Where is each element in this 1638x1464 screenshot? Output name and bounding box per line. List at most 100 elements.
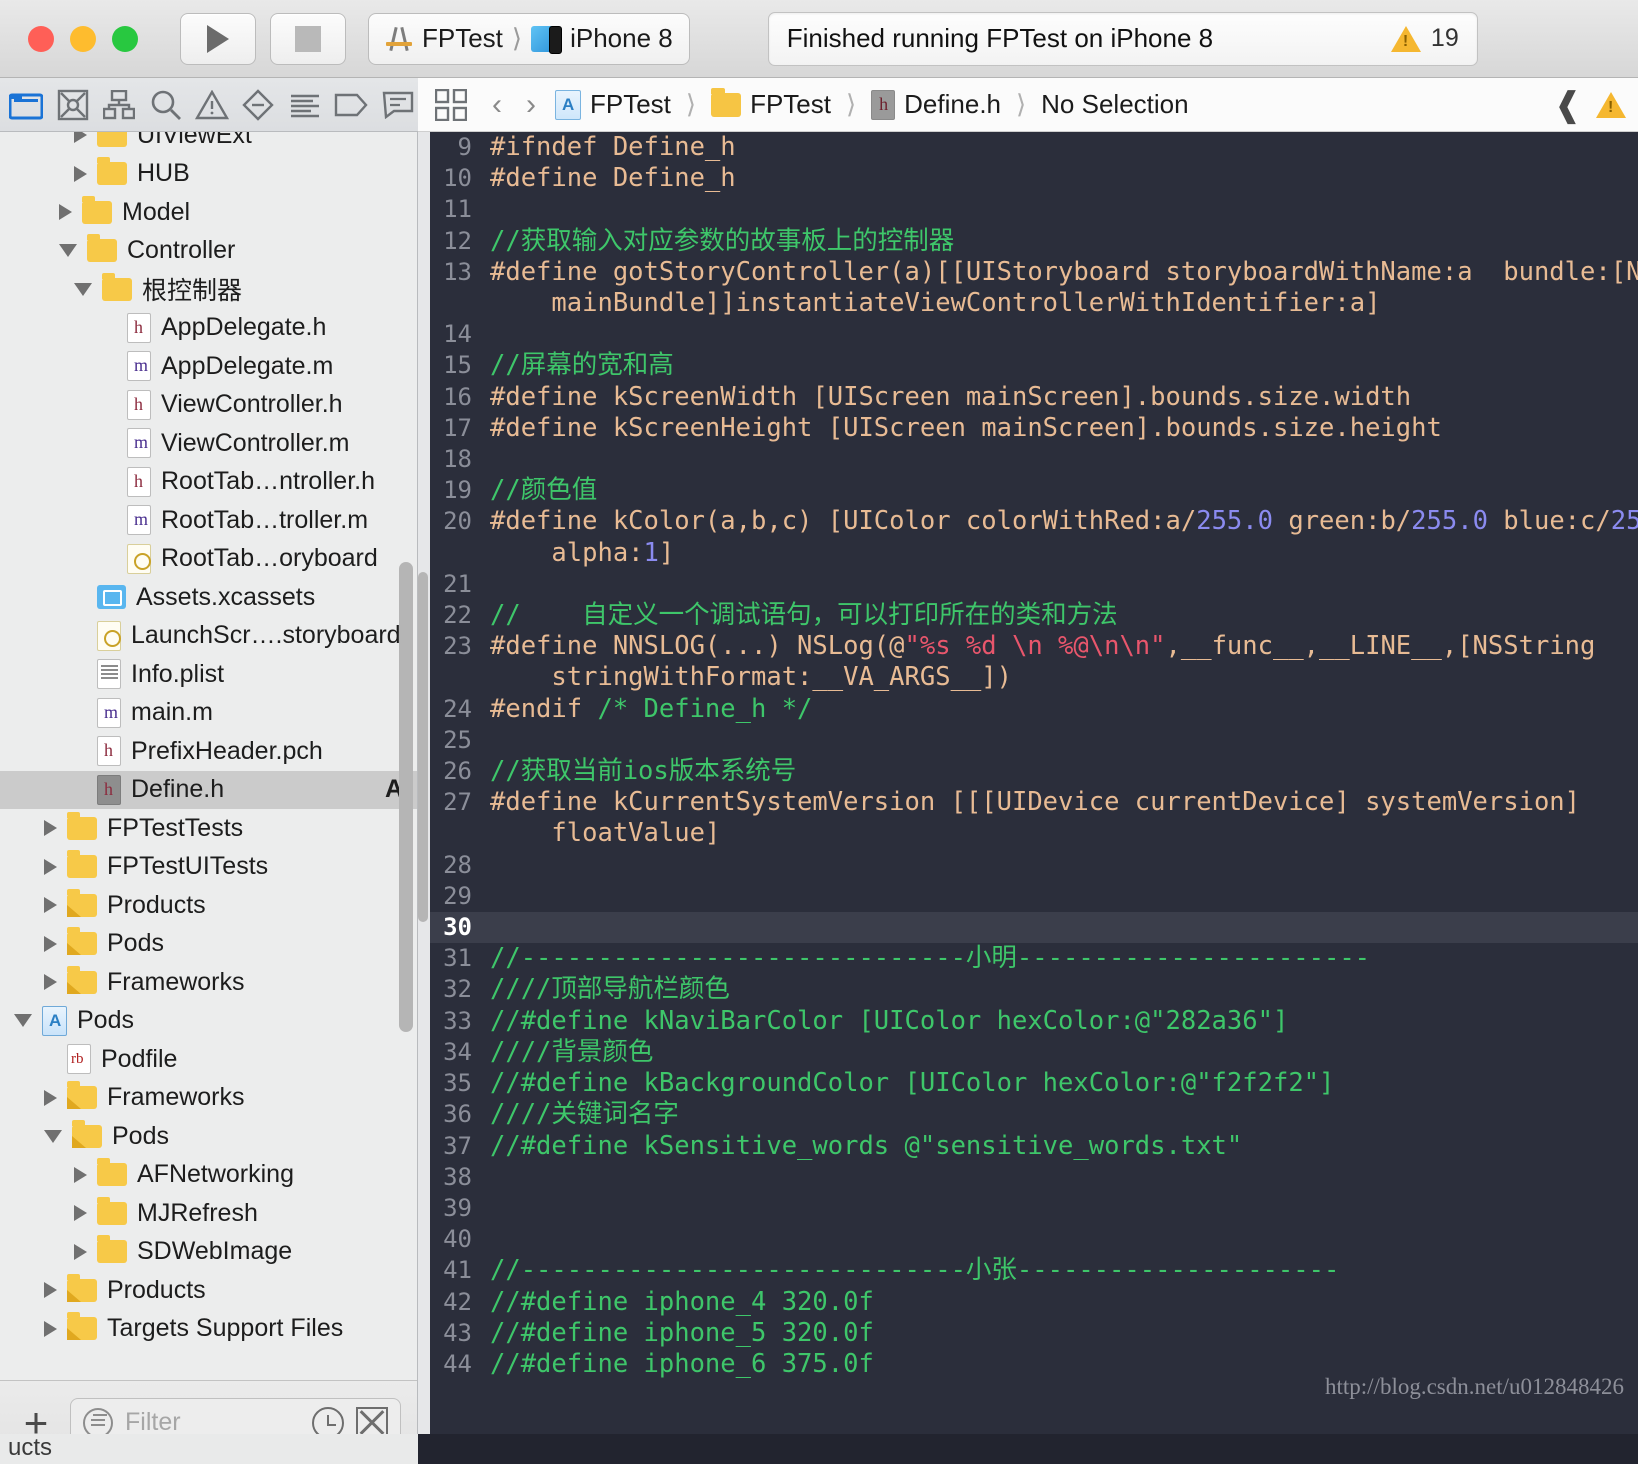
- code-line[interactable]: alpha:1]: [430, 538, 1638, 569]
- tree-row-appdelegate-m[interactable]: m AppDelegate.m: [0, 347, 417, 386]
- tree-row-pods[interactable]: Pods: [0, 1117, 417, 1156]
- disclosure-triangle-icon[interactable]: [44, 1282, 57, 1299]
- tree-row-define-h[interactable]: h Define.h A: [0, 770, 417, 809]
- breakpoint-icon[interactable]: [331, 86, 371, 124]
- disclosure-triangle-icon[interactable]: [59, 204, 72, 221]
- disclosure-triangle-icon[interactable]: [44, 1129, 62, 1143]
- code-line[interactable]: 35 //#define kBackgroundColor [UIColor he…: [430, 1068, 1638, 1099]
- code-line[interactable]: 22 // 自定义一个调试语句，可以打印所在的类和方法: [430, 600, 1638, 631]
- tree-row-uiviewext[interactable]: UIViewExt: [0, 132, 417, 155]
- source-control-icon[interactable]: [52, 86, 92, 124]
- code-line[interactable]: 10 #define Define_h: [430, 163, 1638, 194]
- zoom-button[interactable]: [112, 25, 138, 52]
- tree-row-products[interactable]: Products: [0, 886, 417, 925]
- disclosure-triangle-icon[interactable]: [44, 1089, 57, 1106]
- code-line[interactable]: 40: [430, 1224, 1638, 1255]
- code-line[interactable]: 19 //颜色值: [430, 475, 1638, 506]
- tree-row-prefixheader-pch[interactable]: h PrefixHeader.pch: [0, 732, 417, 771]
- tree-row-frameworks[interactable]: Frameworks: [0, 963, 417, 1002]
- forward-button[interactable]: ›: [514, 88, 548, 122]
- disclosure-triangle-icon[interactable]: [74, 282, 92, 296]
- code-line[interactable]: 14: [430, 319, 1638, 350]
- disclosure-triangle-icon[interactable]: [44, 1320, 57, 1337]
- breadcrumb-item-project[interactable]: FPTest: [590, 89, 671, 120]
- tree-row-roottab-oryboard[interactable]: RootTab…oryboard: [0, 540, 417, 579]
- chevron-left-icon[interactable]: ❰: [1554, 85, 1583, 125]
- tree-row-viewcontroller-h[interactable]: h ViewController.h: [0, 386, 417, 425]
- scheme-selector[interactable]: FPTest ⟩ iPhone 8: [368, 12, 690, 65]
- code-line[interactable]: 31 //-----------------------------小明-----…: [430, 943, 1638, 974]
- disclosure-triangle-icon[interactable]: [74, 1243, 87, 1260]
- close-button[interactable]: [28, 25, 54, 52]
- tree-row-info-plist[interactable]: Info.plist: [0, 655, 417, 694]
- tree-row-frameworks[interactable]: Frameworks: [0, 1079, 417, 1118]
- disclosure-triangle-icon[interactable]: [44, 858, 57, 875]
- run-button[interactable]: [180, 12, 256, 65]
- tree-row-hub[interactable]: HUB: [0, 155, 417, 194]
- tree-row-appdelegate-h[interactable]: h AppDelegate.h: [0, 309, 417, 348]
- disclosure-triangle-icon[interactable]: [74, 1205, 87, 1222]
- tree-row-products[interactable]: Products: [0, 1271, 417, 1310]
- warning-icon[interactable]: [1596, 91, 1626, 118]
- debug-icon[interactable]: [285, 86, 325, 124]
- code-line[interactable]: 25: [430, 725, 1638, 756]
- code-line[interactable]: 21: [430, 569, 1638, 600]
- code-line[interactable]: 28: [430, 850, 1638, 881]
- activity-status-bar[interactable]: Finished running FPTest on iPhone 8 19: [767, 11, 1478, 66]
- tree-row-podfile[interactable]: rb Podfile: [0, 1040, 417, 1079]
- tree-row-sdwebimage[interactable]: SDWebImage: [0, 1233, 417, 1272]
- editor-scrollbar[interactable]: [418, 572, 428, 922]
- tree-row-pods[interactable]: Pods: [0, 925, 417, 964]
- code-line[interactable]: 36 ////关键词名字: [430, 1099, 1638, 1130]
- tree-row-afnetworking[interactable]: AFNetworking: [0, 1156, 417, 1195]
- report-icon[interactable]: [378, 86, 418, 124]
- code-line[interactable]: 43 //#define iphone_5 320.0f: [430, 1318, 1638, 1349]
- issue-warning-icon[interactable]: [192, 86, 232, 124]
- code-line[interactable]: 16 #define kScreenWidth [UIScreen mainScr…: [430, 382, 1638, 413]
- tree-row-roottab-ntroller-h[interactable]: h RootTab…ntroller.h: [0, 463, 417, 502]
- code-line[interactable]: 32 ////顶部导航栏颜色: [430, 974, 1638, 1005]
- disclosure-triangle-icon[interactable]: [44, 974, 57, 991]
- tree-row-fptestuitests[interactable]: FPTestUITests: [0, 848, 417, 887]
- code-line[interactable]: 27 #define kCurrentSystemVersion [[[UIDev…: [430, 787, 1638, 818]
- code-line[interactable]: 37 //#define kSensitive_words @"sensitive…: [430, 1131, 1638, 1162]
- code-content[interactable]: 9 #ifndef Define_h 10 #define Define_h 11 12…: [430, 132, 1638, 1464]
- tree-row-targets-support-files[interactable]: Targets Support Files: [0, 1310, 417, 1349]
- stop-button[interactable]: [270, 12, 346, 65]
- code-line[interactable]: 12 //获取输入对应参数的故事板上的控制器: [430, 226, 1638, 257]
- minimize-button[interactable]: [70, 25, 96, 52]
- tree-row-model[interactable]: Model: [0, 193, 417, 232]
- code-line[interactable]: 23 #define NNSLOG(...) NSLog(@"%s %d \n %…: [430, 631, 1638, 662]
- code-line[interactable]: 41 //-----------------------------小张-----…: [430, 1255, 1638, 1286]
- disclosure-triangle-icon[interactable]: [59, 244, 77, 258]
- tree-row--[interactable]: 根控制器: [0, 270, 417, 309]
- back-button[interactable]: ‹: [480, 88, 514, 122]
- disclosure-triangle-icon[interactable]: [44, 897, 57, 914]
- code-line[interactable]: 26 //获取当前ios版本系统号: [430, 756, 1638, 787]
- folder-icon[interactable]: [6, 86, 46, 124]
- breadcrumb-item-selection[interactable]: No Selection: [1041, 89, 1188, 120]
- code-line[interactable]: 30: [430, 912, 1638, 944]
- tree-row-main-m[interactable]: m main.m: [0, 694, 417, 733]
- sidebar-scrollbar[interactable]: [399, 562, 413, 1032]
- file-tree[interactable]: UIViewExt HUB Model Controller 根控制器 h AppDeleg…: [0, 132, 417, 1380]
- disclosure-triangle-icon[interactable]: [74, 165, 87, 182]
- disclosure-triangle-icon[interactable]: [74, 1166, 87, 1183]
- code-line[interactable]: 29: [430, 881, 1638, 912]
- code-line[interactable]: 33 //#define kNaviBarColor [UIColor hexCo…: [430, 1006, 1638, 1037]
- disclosure-triangle-icon[interactable]: [74, 132, 87, 144]
- tree-row-launchscr-storyboard[interactable]: LaunchScr….storyboard: [0, 617, 417, 656]
- code-line[interactable]: floatValue]: [430, 818, 1638, 849]
- source-editor[interactable]: 9 #ifndef Define_h 10 #define Define_h 11 12…: [418, 132, 1638, 1464]
- code-line[interactable]: 13 #define gotStoryController(a)[[UIStory…: [430, 257, 1638, 288]
- tree-row-pods[interactable]: Pods: [0, 1002, 417, 1041]
- disclosure-triangle-icon[interactable]: [44, 935, 57, 952]
- tree-row-controller[interactable]: Controller: [0, 232, 417, 271]
- tree-row-fptesttests[interactable]: FPTestTests: [0, 809, 417, 848]
- tree-row-roottab-troller-m[interactable]: m RootTab…troller.m: [0, 501, 417, 540]
- code-line[interactable]: mainBundle]]instantiateViewControllerWit…: [430, 288, 1638, 319]
- test-icon[interactable]: [238, 86, 278, 124]
- code-line[interactable]: 9 #ifndef Define_h: [430, 132, 1638, 163]
- breadcrumb-item-file[interactable]: Define.h: [904, 89, 1001, 120]
- disclosure-triangle-icon[interactable]: [44, 820, 57, 837]
